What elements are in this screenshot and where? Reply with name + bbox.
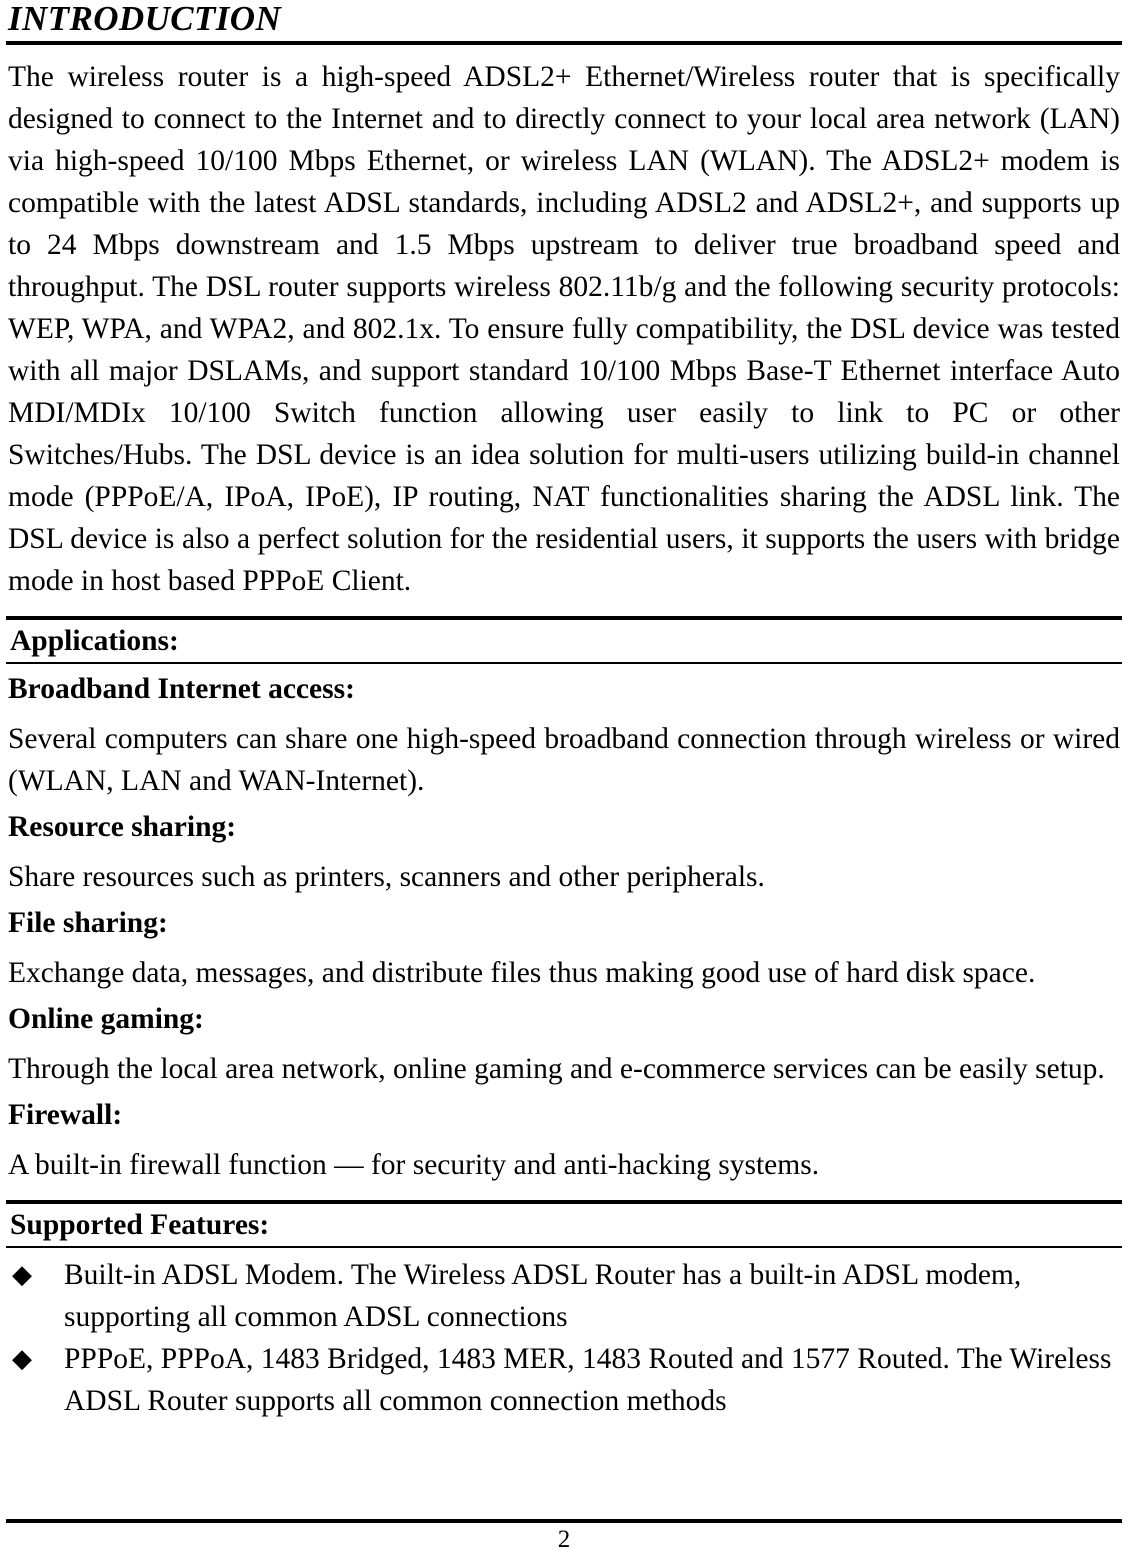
application-text-firewall: A built-in firewall function — for secur… [8, 1149, 820, 1181]
page-footer: 2 [6, 1519, 1122, 1556]
list-item-label: Built-in ADSL Modem. The Wireless ADSL R… [64, 1259, 1022, 1333]
list-item: ◆ Built-in ADSL Modem. The Wireless ADSL… [8, 1254, 1122, 1338]
application-text-file-sharing: Exchange data, messages, and distribute … [8, 957, 1036, 989]
intro-paragraph: The wireless router is a high-speed ADSL… [8, 61, 1120, 597]
section-bottom-rule [6, 1246, 1122, 1248]
subheading-online-gaming: Online gaming: [8, 1003, 204, 1035]
section-heading-applications: Applications: [6, 616, 1122, 664]
subheading-resource-sharing: Resource sharing: [8, 811, 237, 843]
supported-features-list: ◆ Built-in ADSL Modem. The Wireless ADSL… [6, 1254, 1122, 1422]
diamond-bullet-icon: ◆ [12, 1344, 32, 1373]
section-bottom-rule [6, 662, 1122, 664]
list-item-label: PPPoE, PPPoA, 1483 Bridged, 1483 MER, 14… [64, 1343, 1112, 1417]
subheading-broadband-internet-access: Broadband Internet access: [8, 673, 355, 705]
page-title: INTRODUCTION [8, 0, 282, 38]
application-text-broadband-internet-access: Several computers can share one high-spe… [8, 723, 1120, 797]
application-text-online-gaming: Through the local area network, online g… [8, 1053, 1105, 1085]
list-item: ◆ PPPoE, PPPoA, 1483 Bridged, 1483 MER, … [8, 1338, 1122, 1422]
page-number: 2 [557, 1526, 571, 1553]
subheading-firewall: Firewall: [8, 1099, 123, 1131]
title-divider [6, 41, 1122, 45]
application-text-resource-sharing: Share resources such as printers, scanne… [8, 861, 765, 893]
section-heading-label: Applications: [10, 625, 179, 657]
document-page: INTRODUCTION The wireless router is a hi… [0, 0, 1128, 1556]
diamond-bullet-icon: ◆ [12, 1260, 32, 1289]
section-heading-label: Supported Features: [10, 1209, 270, 1241]
section-heading-supported-features: Supported Features: [6, 1200, 1122, 1248]
subheading-file-sharing: File sharing: [8, 907, 168, 939]
